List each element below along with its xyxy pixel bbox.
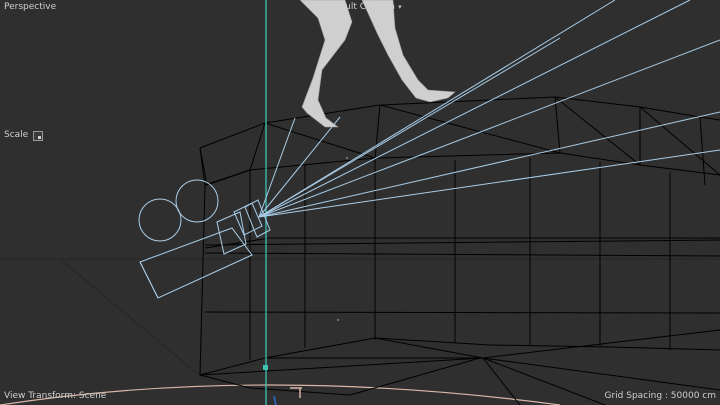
scale-control[interactable]: Scale (4, 130, 44, 141)
camera-selector[interactable]: Default Camera ▾ (324, 2, 402, 13)
human-figure (299, 0, 456, 128)
scale-label: Scale (4, 130, 29, 140)
chevron-down-icon: ▾ (398, 3, 402, 11)
scale-toggle-icon[interactable] (33, 130, 44, 141)
scene-point (337, 319, 339, 321)
axis-handle (263, 365, 268, 370)
grid-spacing-label: Grid Spacing : 50000 cm (604, 391, 716, 401)
cylinder-wireframe (199, 96, 720, 405)
3d-viewport[interactable]: Perspective Default Camera ▾ Scale View T… (0, 0, 720, 405)
camera-label: Default Camera (324, 2, 396, 12)
view-transform-label: View Transform: Scene (4, 391, 107, 401)
grid-line (59, 258, 206, 381)
view-name-label: Perspective (4, 2, 57, 12)
scene-point (346, 157, 348, 159)
origin-gizmo (290, 387, 302, 398)
scene-canvas[interactable] (0, 0, 720, 405)
z-axis-tick (273, 395, 277, 405)
